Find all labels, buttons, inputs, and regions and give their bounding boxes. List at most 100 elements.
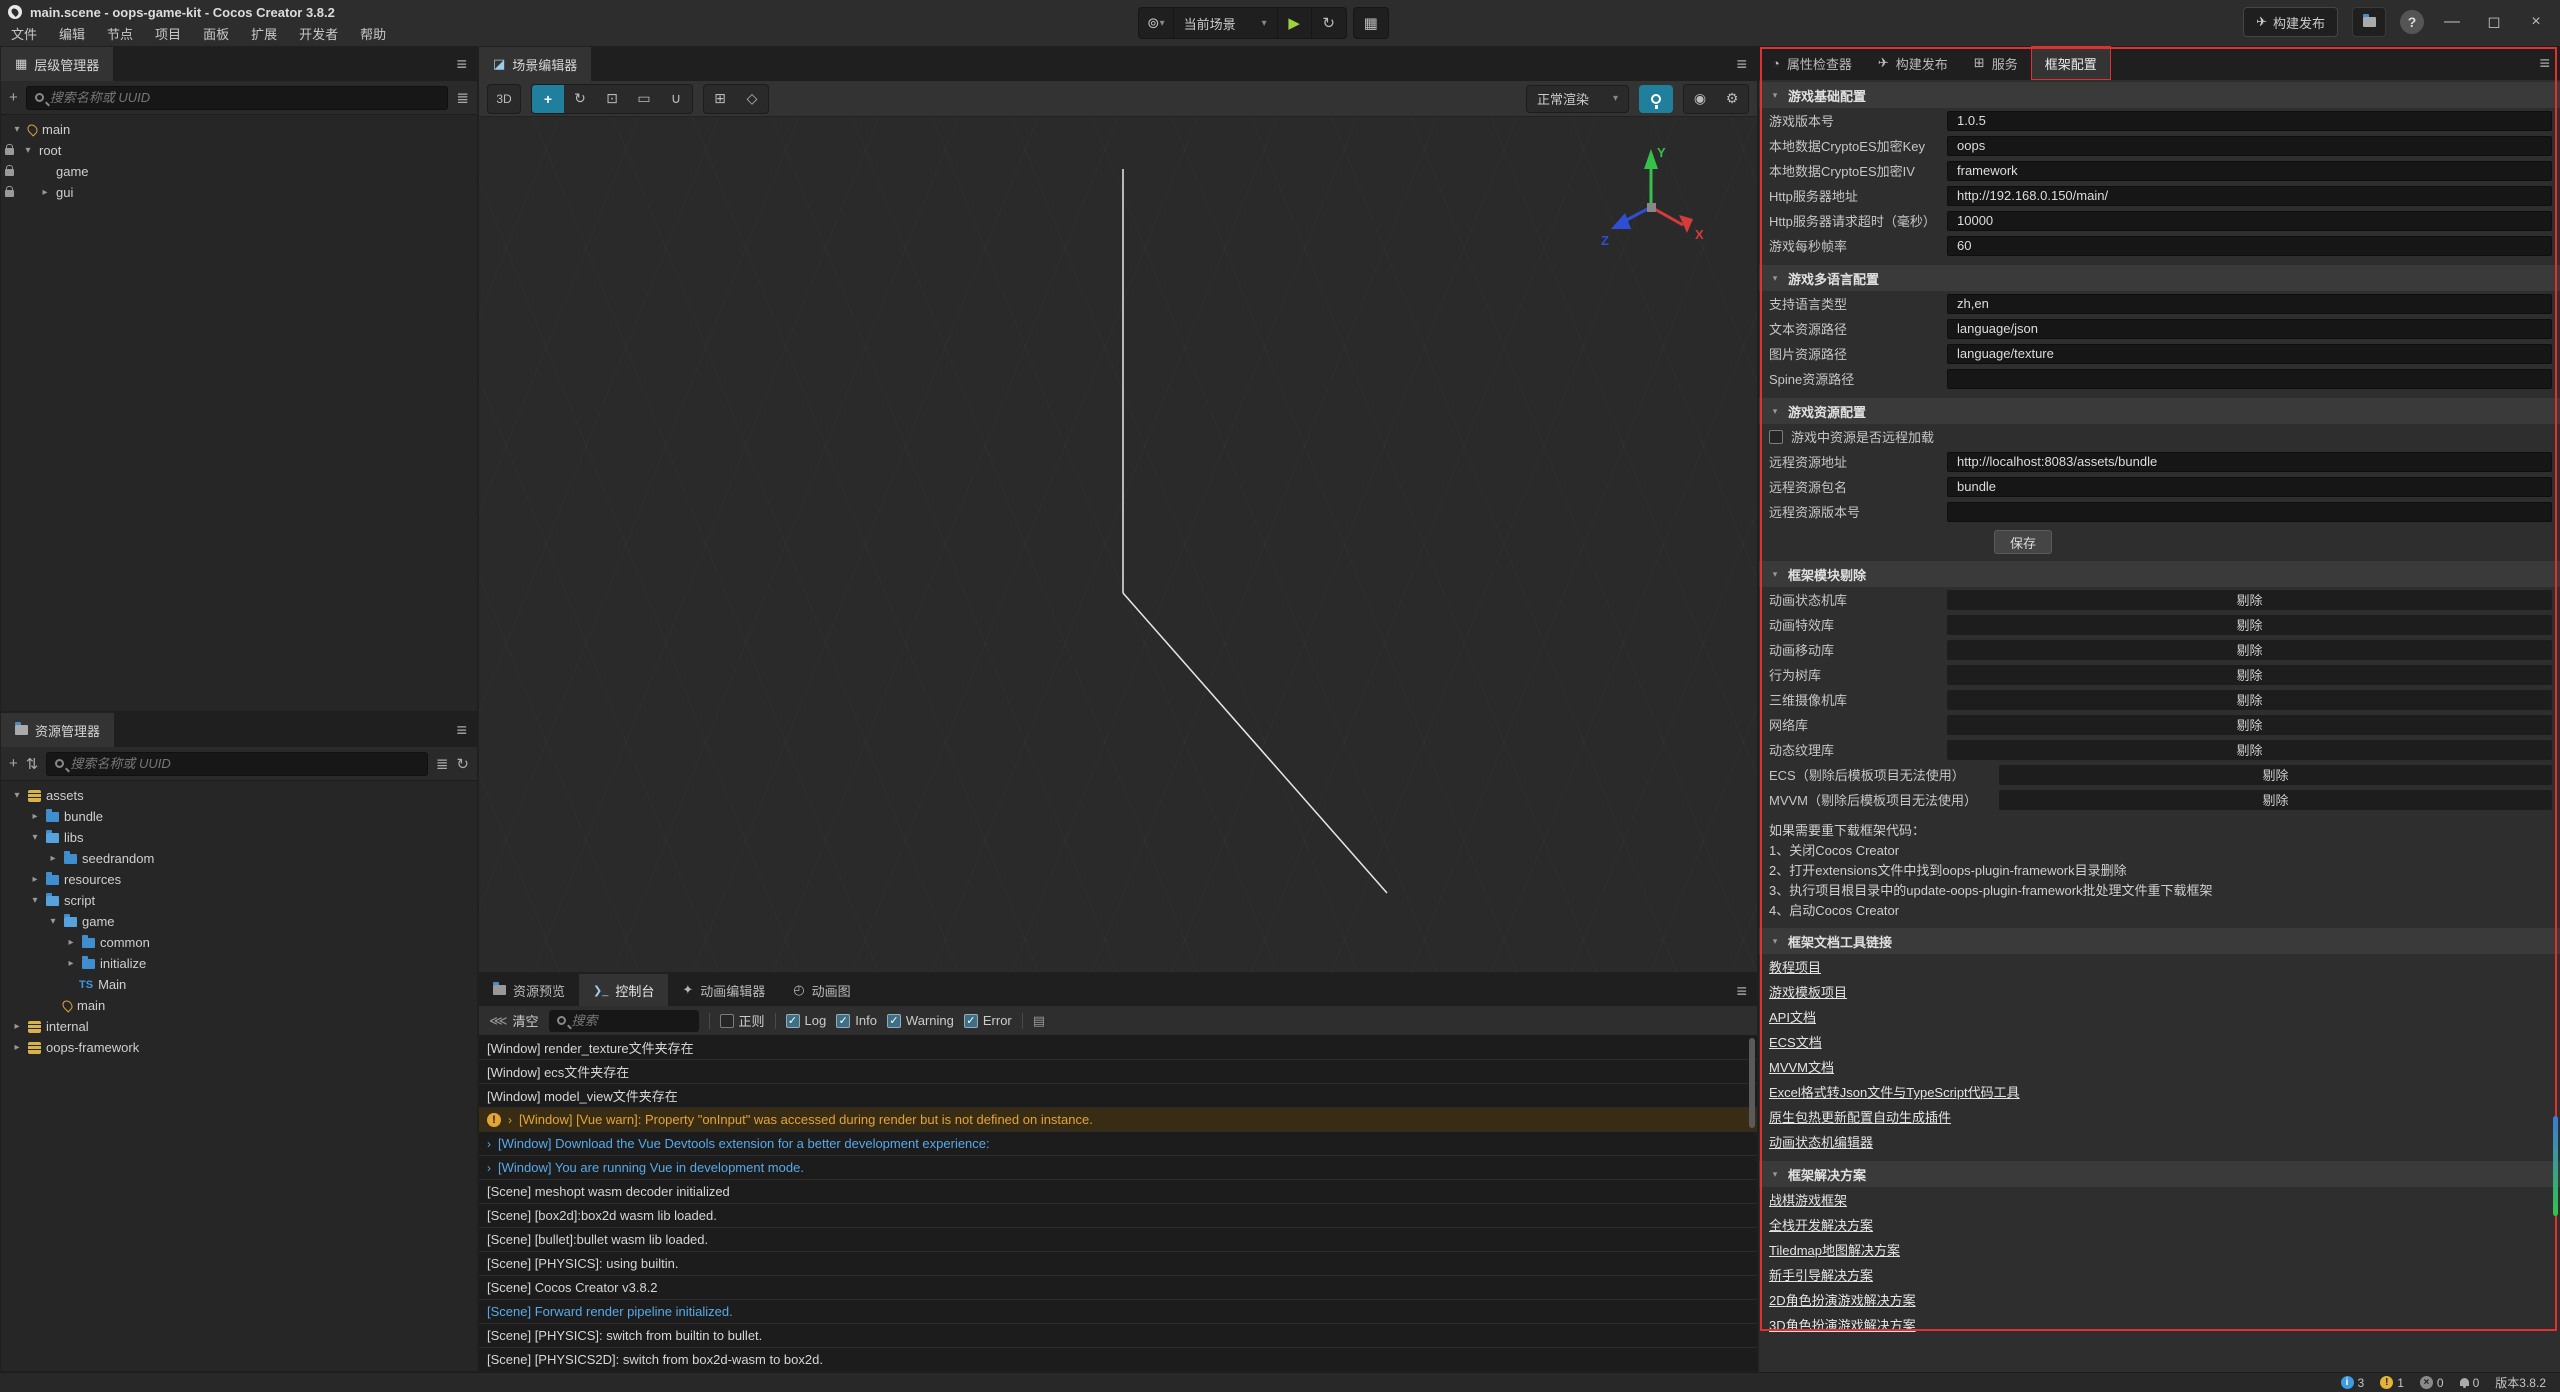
chevron-down-icon[interactable]: ▾ xyxy=(47,916,59,927)
hierarchy-node-root[interactable]: ▾ root xyxy=(1,140,477,161)
sort-icon[interactable]: ⇅ xyxy=(26,755,39,773)
device-icon[interactable]: ⊚ ▾ xyxy=(1139,7,1174,39)
log-row[interactable]: [Scene] [PHYSICS]: switch from builtin t… xyxy=(479,1324,1757,1347)
asset-row-libs[interactable]: ▾ libs xyxy=(1,827,477,848)
rotate-tool-icon[interactable]: ↻ xyxy=(564,85,596,113)
expand-icon[interactable]: › xyxy=(508,1113,512,1127)
spine-path-input[interactable] xyxy=(1947,369,2552,389)
move-tool-icon[interactable]: + xyxy=(532,85,564,113)
section-language-config[interactable]: ▾ 游戏多语言配置 xyxy=(1759,265,2560,291)
section-doc-links[interactable]: ▾ 框架文档工具链接 xyxy=(1759,928,2560,954)
menu-project[interactable]: 项目 xyxy=(144,24,192,46)
link-tiledmap-solution[interactable]: Tiledmap地图解决方案 xyxy=(1769,1240,1900,1259)
snap-tool-icon[interactable]: ⊞ xyxy=(704,85,736,113)
assets-search[interactable] xyxy=(46,752,428,776)
lang-texture-path-input[interactable] xyxy=(1947,344,2552,364)
tab-property-inspector[interactable]: ◔ 属性检查器 xyxy=(1759,46,1865,80)
save-button[interactable]: 保存 xyxy=(1994,530,2052,554)
open-folder-button[interactable] xyxy=(2352,7,2386,37)
warning-count[interactable]: ! 1 xyxy=(2380,1376,2404,1390)
http-timeout-input[interactable] xyxy=(1947,211,2552,231)
console-menu-icon[interactable]: ≡ xyxy=(1736,981,1747,1002)
scene-viewport[interactable]: X Y Z xyxy=(479,117,1757,972)
chevron-right-icon[interactable]: ▸ xyxy=(29,811,41,822)
log-row-warning[interactable]: ! › [Window] [Vue warn]: Property "onInp… xyxy=(479,1108,1757,1131)
scene-tab[interactable]: ◪ 场景编辑器 xyxy=(479,47,591,81)
lang-json-path-input[interactable] xyxy=(1947,319,2552,339)
log-row[interactable]: [Scene] [bullet]:bullet wasm lib loaded. xyxy=(479,1228,1757,1251)
log-row[interactable]: [Scene] [PHYSICS2D]: switch from box2d-w… xyxy=(479,1348,1757,1371)
menu-extension[interactable]: 扩展 xyxy=(240,24,288,46)
chevron-right-icon[interactable]: ▸ xyxy=(39,187,51,198)
log-row[interactable]: [Scene] [box2d]:box2d wasm lib loaded. xyxy=(479,1204,1757,1227)
assets-filter-icon[interactable]: ≣ xyxy=(436,755,449,773)
info-count[interactable]: i 3 xyxy=(2341,1376,2365,1390)
link-slg-framework[interactable]: 战棋游戏框架 xyxy=(1769,1190,1847,1209)
assets-menu-icon[interactable]: ≡ xyxy=(456,720,467,741)
refresh-icon[interactable]: ↻ xyxy=(456,755,469,773)
notification-count[interactable]: 0 xyxy=(2460,1376,2480,1390)
section-module-trim[interactable]: ▾ 框架模块剔除 xyxy=(1759,561,2560,587)
section-resource-config[interactable]: ▾ 游戏资源配置 xyxy=(1759,398,2560,424)
filter-log-checkbox[interactable]: ✓ Log xyxy=(786,1013,827,1028)
chevron-right-icon[interactable]: ▸ xyxy=(47,853,59,864)
chevron-right-icon[interactable]: ▸ xyxy=(11,1021,23,1032)
menu-edit[interactable]: 编辑 xyxy=(48,24,96,46)
link-hotupdate-plugin[interactable]: 原生包热更新配置自动生成插件 xyxy=(1769,1107,1951,1126)
console-search-input[interactable] xyxy=(572,1013,691,1028)
trim-button[interactable]: 剔除 xyxy=(1947,665,2552,685)
asset-row-assets[interactable]: ▾ assets xyxy=(1,785,477,806)
console-log-list[interactable]: [Window] render_texture文件夹存在 [Window] ec… xyxy=(479,1036,1757,1371)
link-ecs-docs[interactable]: ECS文档 xyxy=(1769,1032,1822,1051)
inspector-menu-icon[interactable]: ≡ xyxy=(2539,53,2550,74)
tab-framework-config[interactable]: 框架配置 xyxy=(2031,46,2111,80)
section-solutions[interactable]: ▾ 框架解决方案 xyxy=(1759,1161,2560,1187)
view-gizmo[interactable]: X Y Z xyxy=(1587,141,1717,261)
crypto-key-input[interactable] xyxy=(1947,136,2552,156)
transform-tool-icon[interactable]: ∪ xyxy=(660,85,692,113)
error-count[interactable]: × 0 xyxy=(2420,1376,2444,1390)
game-version-input[interactable] xyxy=(1947,111,2552,131)
trim-button[interactable]: 剔除 xyxy=(1947,690,2552,710)
log-row[interactable]: [Window] ecs文件夹存在 xyxy=(479,1060,1757,1083)
crypto-iv-input[interactable] xyxy=(1947,161,2552,181)
restart-button[interactable]: ↻ xyxy=(1312,7,1346,39)
render-mode-select[interactable]: 正常渲染 ▾ xyxy=(1526,85,1629,113)
lock-icon[interactable] xyxy=(1,164,17,179)
http-server-input[interactable] xyxy=(1947,186,2552,206)
asset-row-oops-framework[interactable]: ▸ oops-framework xyxy=(1,1037,477,1058)
trim-button[interactable]: 剔除 xyxy=(1999,790,2552,810)
trim-button[interactable]: 剔除 xyxy=(1947,715,2552,735)
log-row[interactable]: [Scene] [PHYSICS]: using builtin. xyxy=(479,1252,1757,1275)
trim-button[interactable]: 剔除 xyxy=(1999,765,2552,785)
link-2drpg-solution[interactable]: 2D角色扮演游戏解决方案 xyxy=(1769,1290,1916,1309)
log-row[interactable]: [Scene] meshopt wasm decoder initialized xyxy=(479,1180,1757,1203)
chevron-right-icon[interactable]: ▸ xyxy=(65,937,77,948)
maximize-button[interactable]: ◻ xyxy=(2480,12,2508,32)
asset-row-resources[interactable]: ▸ resources xyxy=(1,869,477,890)
log-row[interactable]: [Scene] Cocos Creator v3.8.2 xyxy=(479,1276,1757,1299)
filter-error-checkbox[interactable]: ✓ Error xyxy=(964,1013,1012,1028)
link-excel-tool[interactable]: Excel格式转Json文件与TypeScript代码工具 xyxy=(1769,1082,2020,1101)
link-fullstack-solution[interactable]: 全栈开发解决方案 xyxy=(1769,1215,1873,1234)
play-button[interactable]: ▶ xyxy=(1278,7,1312,39)
hierarchy-filter-icon[interactable]: ≣ xyxy=(456,89,469,107)
chevron-right-icon[interactable]: ▸ xyxy=(11,1042,23,1053)
remote-version-input[interactable] xyxy=(1947,502,2552,522)
link-mvvm-docs[interactable]: MVVM文档 xyxy=(1769,1057,1834,1076)
fps-input[interactable] xyxy=(1947,236,2552,256)
scene-menu-icon[interactable]: ≡ xyxy=(1736,54,1747,75)
build-publish-button[interactable]: ✈ 构建发布 xyxy=(2243,7,2338,37)
rect-tool-icon[interactable]: ▭ xyxy=(628,85,660,113)
log-row[interactable]: [Window] render_texture文件夹存在 xyxy=(479,1036,1757,1059)
asset-row-game[interactable]: ▾ game xyxy=(1,911,477,932)
remote-bundle-input[interactable] xyxy=(1947,477,2552,497)
link-template-project[interactable]: 游戏模板项目 xyxy=(1769,982,1847,1001)
expand-icon[interactable]: › xyxy=(487,1161,491,1175)
filter-warning-checkbox[interactable]: ✓ Warning xyxy=(887,1013,954,1028)
trim-button[interactable]: 剔除 xyxy=(1947,640,2552,660)
languages-input[interactable] xyxy=(1947,294,2552,314)
tab-console[interactable]: ❯_ 控制台 xyxy=(579,974,668,1006)
hierarchy-node-gui[interactable]: ▸ gui xyxy=(1,182,477,203)
link-api-docs[interactable]: API文档 xyxy=(1769,1007,1816,1026)
